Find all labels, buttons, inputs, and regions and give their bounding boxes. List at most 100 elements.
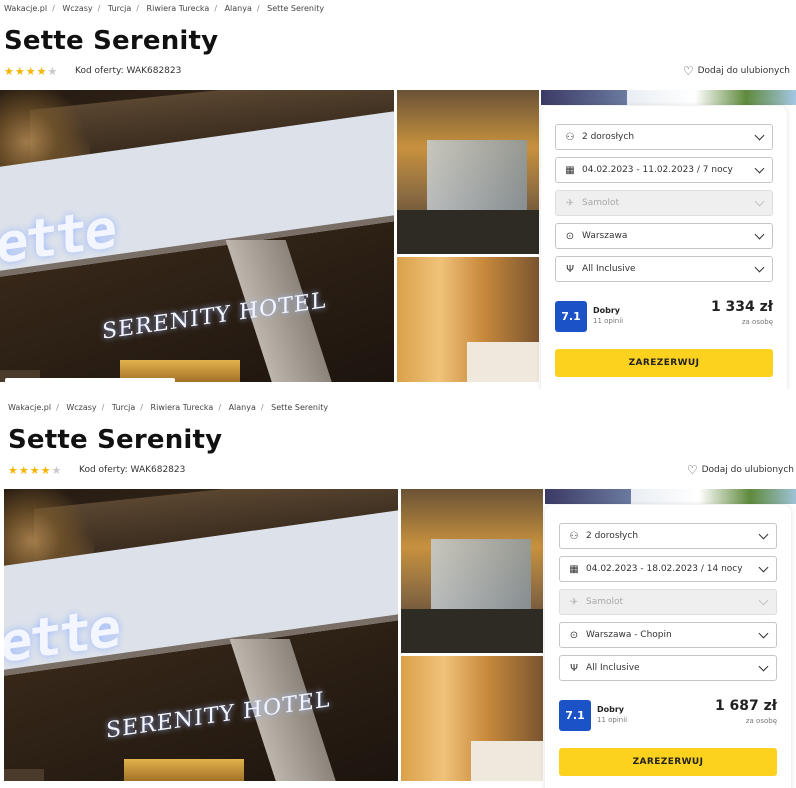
departure-value: Warszawa bbox=[582, 231, 628, 241]
board-value: All Inclusive bbox=[586, 663, 640, 673]
star-icon: ★ bbox=[18, 464, 29, 477]
add-to-favorites-label: Dodaj do ulubionych bbox=[697, 66, 790, 76]
travelers-select[interactable]: ⚇ 2 dorosłych bbox=[559, 523, 777, 549]
star-icon: ★ bbox=[36, 65, 47, 78]
hotel-rating-stars: ★ ★ ★ ★ ★ bbox=[8, 465, 61, 476]
breadcrumb-item-current: Sette Serenity bbox=[271, 403, 329, 412]
plane-icon: ✈ bbox=[569, 596, 579, 608]
review-score-label: Dobry bbox=[597, 705, 625, 714]
offer-code: Kod oferty: WAK682823 bbox=[75, 66, 182, 76]
chevron-down-icon bbox=[758, 529, 769, 540]
hotel-palm-photo[interactable] bbox=[631, 489, 796, 504]
breadcrumb-item[interactable]: Riwiera Turecka bbox=[147, 4, 210, 13]
review-score-label: Dobry bbox=[593, 306, 621, 315]
location-pin-icon: ⊙ bbox=[569, 629, 579, 641]
hotel-pool-photo[interactable] bbox=[397, 90, 539, 254]
departure-select[interactable]: ⊙ Warszawa - Chopin bbox=[559, 622, 777, 648]
travelers-value: 2 dorosłych bbox=[582, 132, 635, 142]
review-score-badge: 7.1 bbox=[555, 301, 587, 332]
review-score-badge: 7.1 bbox=[559, 700, 591, 731]
dates-value: 04.02.2023 - 18.02.2023 / 14 nocy bbox=[586, 564, 743, 574]
hotel-main-photo[interactable]: ette SERENITY HOTEL bbox=[4, 489, 398, 781]
star-icon: ★ bbox=[4, 65, 14, 78]
add-to-favorites-button[interactable]: ♡ Dodaj do ulubionych bbox=[682, 64, 790, 78]
offer-panel-2: Wakacje.pl / Wczasy / Turcja / Riwiera Ture… bbox=[0, 399, 796, 788]
board-select[interactable]: Ψ All Inclusive bbox=[555, 256, 773, 282]
calendar-icon: ▦ bbox=[569, 563, 579, 575]
departure-value: Warszawa - Chopin bbox=[586, 630, 672, 640]
board-select[interactable]: Ψ All Inclusive bbox=[559, 655, 777, 681]
breadcrumb-item[interactable]: Alanya bbox=[225, 4, 252, 13]
gallery-overlay-bar bbox=[5, 378, 175, 389]
calendar-icon: ▦ bbox=[565, 164, 575, 176]
travelers-value: 2 dorosłych bbox=[586, 531, 639, 541]
heart-icon: ♡ bbox=[686, 463, 698, 477]
cutlery-icon: Ψ bbox=[570, 662, 578, 674]
reserve-button[interactable]: ZAREZERWUJ bbox=[559, 748, 777, 776]
transport-select: ✈ Samolot bbox=[559, 589, 777, 615]
chevron-down-icon bbox=[754, 130, 765, 141]
price-note: za osobę bbox=[745, 717, 777, 725]
hotel-rating-stars: ★ ★ ★ ★ ★ bbox=[4, 66, 57, 77]
person-icon: ⚇ bbox=[569, 530, 579, 542]
breadcrumb-item[interactable]: Alanya bbox=[229, 403, 256, 412]
chevron-down-icon bbox=[754, 229, 765, 240]
chevron-down-icon bbox=[758, 595, 769, 606]
star-icon: ★ bbox=[8, 464, 18, 477]
dates-value: 04.02.2023 - 11.02.2023 / 7 nocy bbox=[582, 165, 733, 175]
hotel-room-photo[interactable] bbox=[401, 656, 543, 781]
offer-code: Kod oferty: WAK682823 bbox=[79, 465, 186, 475]
plane-icon: ✈ bbox=[565, 197, 575, 209]
hotel-photo-thumb[interactable] bbox=[545, 489, 631, 504]
chevron-down-icon bbox=[758, 661, 769, 672]
breadcrumb: Wakacje.pl / Wczasy / Turcja / Riwiera Ture… bbox=[8, 403, 329, 412]
location-pin-icon: ⊙ bbox=[565, 230, 575, 242]
chevron-down-icon bbox=[754, 163, 765, 174]
transport-select: ✈ Samolot bbox=[555, 190, 773, 216]
price: 1 687 zł bbox=[714, 698, 777, 714]
departure-select[interactable]: ⊙ Warszawa bbox=[555, 223, 773, 249]
price: 1 334 zł bbox=[710, 299, 773, 315]
star-empty-icon: ★ bbox=[51, 464, 62, 477]
hotel-photo-thumb[interactable] bbox=[541, 90, 627, 105]
breadcrumb-item[interactable]: Wczasy bbox=[66, 403, 96, 412]
chevron-down-icon bbox=[758, 562, 769, 573]
hotel-main-photo[interactable]: ette SERENITY HOTEL bbox=[0, 90, 394, 382]
travelers-select[interactable]: ⚇ 2 dorosłych bbox=[555, 124, 773, 150]
cutlery-icon: Ψ bbox=[566, 263, 574, 275]
hotel-room-photo[interactable] bbox=[397, 257, 539, 382]
breadcrumb-item[interactable]: Wczasy bbox=[62, 4, 92, 13]
breadcrumb-item-current: Sette Serenity bbox=[267, 4, 325, 13]
star-icon: ★ bbox=[29, 464, 40, 477]
dates-select[interactable]: ▦ 04.02.2023 - 11.02.2023 / 7 nocy bbox=[555, 157, 773, 183]
add-to-favorites-label: Dodaj do ulubionych bbox=[701, 465, 794, 475]
breadcrumb-item[interactable]: Turcja bbox=[112, 403, 135, 412]
page-title: Sette Serenity bbox=[8, 425, 223, 455]
transport-value: Samolot bbox=[582, 198, 620, 208]
star-icon: ★ bbox=[14, 65, 25, 78]
add-to-favorites-button[interactable]: ♡ Dodaj do ulubionych bbox=[686, 463, 794, 477]
price-note: za osobę bbox=[741, 318, 773, 326]
dates-select[interactable]: ▦ 04.02.2023 - 18.02.2023 / 14 nocy bbox=[559, 556, 777, 582]
star-empty-icon: ★ bbox=[47, 65, 58, 78]
hotel-pool-photo[interactable] bbox=[401, 489, 543, 653]
review-count[interactable]: 11 opinii bbox=[597, 716, 627, 724]
breadcrumb: Wakacje.pl / Wczasy / Turcja / Riwiera Ture… bbox=[4, 4, 325, 13]
chevron-down-icon bbox=[754, 262, 765, 273]
heart-icon: ♡ bbox=[682, 64, 694, 78]
page-title: Sette Serenity bbox=[4, 26, 219, 56]
reserve-button[interactable]: ZAREZERWUJ bbox=[555, 349, 773, 377]
star-icon: ★ bbox=[25, 65, 36, 78]
hotel-palm-photo[interactable] bbox=[627, 90, 796, 105]
breadcrumb-item[interactable]: Wakacje.pl bbox=[8, 403, 51, 412]
star-icon: ★ bbox=[40, 464, 51, 477]
person-icon: ⚇ bbox=[565, 131, 575, 143]
board-value: All Inclusive bbox=[582, 264, 636, 274]
booking-card: ⚇ 2 dorosłych ▦ 04.02.2023 - 18.02.2023 … bbox=[545, 505, 791, 788]
breadcrumb-item[interactable]: Wakacje.pl bbox=[4, 4, 47, 13]
review-count[interactable]: 11 opinii bbox=[593, 317, 623, 325]
breadcrumb-item[interactable]: Riwiera Turecka bbox=[151, 403, 214, 412]
breadcrumb-item[interactable]: Turcja bbox=[108, 4, 131, 13]
transport-value: Samolot bbox=[586, 597, 624, 607]
offer-panel-1: Wakacje.pl / Wczasy / Turcja / Riwiera Ture… bbox=[0, 0, 796, 389]
